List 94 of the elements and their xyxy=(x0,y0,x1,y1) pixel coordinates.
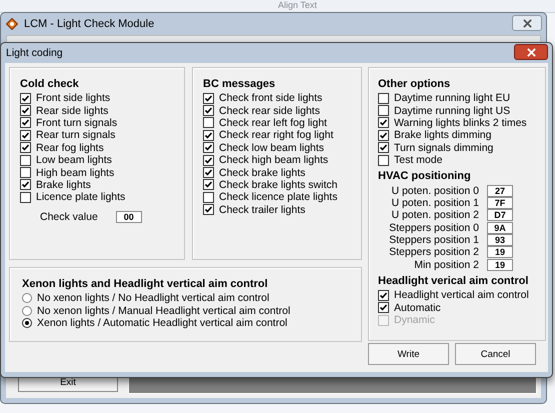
checkbox-option[interactable]: Check rear side lights xyxy=(203,104,351,117)
checkbox-option[interactable]: Check brake lights switch xyxy=(203,178,351,192)
value-field[interactable]: D7 xyxy=(487,209,513,222)
checkbox[interactable] xyxy=(203,117,214,128)
section-heading: Other options xyxy=(378,78,452,90)
checkbox-option[interactable]: Brake lights dimming xyxy=(378,129,535,142)
window-title: LCM - Light Check Module xyxy=(24,18,154,30)
check-icon xyxy=(21,180,30,190)
value-field[interactable]: 19 xyxy=(487,246,513,258)
close-button[interactable] xyxy=(514,44,548,60)
section-heading: Xenon lights and Headlight vertical aim control xyxy=(22,278,269,290)
checkbox-option[interactable]: Front turn signals xyxy=(20,116,174,130)
checkbox-option[interactable]: Daytime running light US xyxy=(378,104,535,117)
checkbox-option[interactable]: Licence plate lights xyxy=(20,191,174,204)
checkbox[interactable] xyxy=(20,142,31,154)
field-label: Check value xyxy=(40,210,98,223)
checkbox-option[interactable]: Check high beam lights xyxy=(203,154,351,166)
checkbox[interactable] xyxy=(378,105,389,116)
checkbox-option[interactable]: Test mode xyxy=(378,154,535,166)
radio-option[interactable]: Xenon lights / Automatic Headlight vertical aim control xyxy=(22,316,351,330)
checkbox-option[interactable]: Low beam lights xyxy=(20,154,174,166)
value-field[interactable]: 00 xyxy=(116,210,142,223)
dialog-title: Light coding xyxy=(6,47,63,59)
value-field[interactable]: 93 xyxy=(487,234,513,246)
checkbox[interactable] xyxy=(20,192,31,203)
checkbox-option[interactable]: Check low beam lights xyxy=(203,142,351,154)
section-heading: HVAC positioning xyxy=(378,170,472,182)
checkbox-option[interactable]: Headlight vertical aim control xyxy=(378,289,535,302)
checkbox[interactable] xyxy=(203,204,214,216)
checkbox-option[interactable]: Front side lights xyxy=(20,92,174,104)
field-label: U poten. position 0 xyxy=(391,184,479,197)
checkbox-option[interactable]: Check rear left fog light xyxy=(203,116,351,130)
value-field[interactable]: 27 xyxy=(487,184,513,197)
radio-option[interactable]: No xenon lights / Manual Headlight vertical aim control xyxy=(22,304,351,317)
field-label: Steppers position 2 xyxy=(389,246,479,258)
checkbox[interactable] xyxy=(203,167,214,178)
value-field[interactable]: 7F xyxy=(487,196,513,209)
section-heading: Headlight verical aim control xyxy=(378,275,530,288)
close-icon xyxy=(526,48,536,56)
checkbox[interactable] xyxy=(203,92,214,104)
section-heading: Cold check xyxy=(20,78,80,90)
radio-button[interactable] xyxy=(22,306,32,316)
checkbox[interactable] xyxy=(203,154,214,166)
section-heading: BC messages xyxy=(203,78,276,90)
checkbox[interactable] xyxy=(203,105,214,116)
checkbox-option[interactable]: Rear fog lights xyxy=(20,142,174,154)
checkbox[interactable] xyxy=(378,142,389,154)
checkbox-option[interactable]: Rear side lights xyxy=(20,104,174,117)
checkbox[interactable] xyxy=(20,130,31,141)
close-button[interactable] xyxy=(512,15,542,31)
app-icon xyxy=(6,18,18,30)
close-icon xyxy=(522,18,532,28)
checkbox-option[interactable]: Brake lights xyxy=(20,178,174,192)
checkbox[interactable] xyxy=(378,154,389,166)
radio-option[interactable]: No xenon lights / No Headlight vertical aim control xyxy=(22,292,351,304)
checkbox-option[interactable]: Check brake lights xyxy=(203,166,351,179)
dialog-button[interactable]: Cancel xyxy=(455,343,536,365)
checkbox[interactable] xyxy=(20,154,31,166)
checkbox[interactable] xyxy=(203,130,214,141)
checkbox-option[interactable]: Automatic xyxy=(378,301,535,314)
radio-button[interactable] xyxy=(22,318,32,328)
value-field[interactable]: 19 xyxy=(487,258,513,271)
checkbox-option[interactable]: Rear turn signals xyxy=(20,129,174,142)
checkbox-option[interactable]: Daytime running light EU xyxy=(378,92,535,104)
checkbox[interactable] xyxy=(20,117,31,128)
checkbox[interactable] xyxy=(378,117,389,128)
checkbox[interactable] xyxy=(203,179,214,190)
checkbox[interactable] xyxy=(20,179,31,190)
toolbar-label: Align Text xyxy=(278,0,317,11)
checkbox[interactable] xyxy=(203,142,214,154)
field-label: U poten. position 2 xyxy=(391,209,479,222)
checkbox[interactable] xyxy=(378,302,389,314)
checkbox-option[interactable]: Check rear right fog light xyxy=(203,129,351,142)
checkbox-option[interactable]: Turn signals dimming xyxy=(378,142,535,154)
checkbox-option[interactable]: High beam lights xyxy=(20,166,174,179)
field-label: Min position 2 xyxy=(414,258,479,271)
radio-button[interactable] xyxy=(22,293,32,304)
field-label: U poten. position 1 xyxy=(391,196,479,209)
checkbox[interactable] xyxy=(378,290,389,301)
checkbox-option[interactable]: Check trailer lights xyxy=(203,204,351,216)
checkbox[interactable] xyxy=(378,92,389,104)
value-field[interactable]: 9A xyxy=(487,222,513,234)
field-label: Steppers position 0 xyxy=(389,222,479,234)
checkbox[interactable] xyxy=(378,130,389,141)
dialog-button[interactable]: Write xyxy=(368,343,449,365)
checkbox[interactable] xyxy=(20,167,31,178)
field-label: Steppers position 1 xyxy=(389,234,479,246)
checkbox-option[interactable]: Check front side lights xyxy=(203,92,351,104)
checkbox-option[interactable]: Check licence plate lights xyxy=(203,191,351,204)
check-icon xyxy=(204,205,213,214)
checkbox[interactable] xyxy=(20,105,31,116)
checkbox[interactable] xyxy=(203,192,214,203)
checkbox[interactable] xyxy=(20,92,31,104)
checkbox-option[interactable]: Warning lights blinks 2 times xyxy=(378,116,535,130)
